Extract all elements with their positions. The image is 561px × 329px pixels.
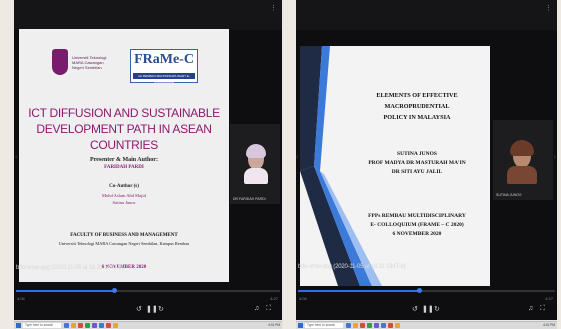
taskbar-app-icon[interactable] (92, 323, 97, 328)
taskbar-search-input[interactable]: Type here to search (23, 323, 61, 328)
right-slide-title-line: POLICY IN MALAYSIA (383, 114, 451, 121)
left-player-controls: ↺ ❚❚ ↻ ♫ ⛶ (14, 305, 282, 315)
university-name: Universiti Teknologi MARA Cawangan Neger… (58, 241, 190, 246)
taskbar-app-icons (64, 323, 118, 328)
left-participant-body (244, 168, 268, 184)
right-presentation-slide: ELEMENTS OF EFFECTIVE MACROPRUDENTIAL PO… (300, 46, 490, 286)
right-slide-authors: SUTINA JUNOS PROF MADYA DR MASTURAH MA'I… (350, 150, 484, 177)
right-participant-hijab (510, 140, 534, 156)
coauthor-item: Sutina Junos (112, 200, 136, 205)
taskbar-app-icon[interactable] (395, 323, 400, 328)
left-progress-fill (16, 290, 114, 292)
author-item: PROF MADYA DR MASTURAH MA'IN (368, 160, 466, 166)
left-play-pause-icon[interactable]: ❚❚ (146, 305, 158, 313)
taskbar-app-icon[interactable] (99, 323, 104, 328)
taskbar-app-icon[interactable] (381, 323, 386, 328)
left-volume-icon[interactable]: ♫ (254, 305, 259, 312)
right-progress-knob[interactable] (416, 288, 422, 293)
taskbar-app-icon[interactable] (360, 323, 365, 328)
frame-c-badge-subtitle: 1st REMBAU MULTIDISCIPLINARY E-COLLOQUIU… (133, 73, 195, 84)
right-recording-caption: bdo-xmw-qsg (2020-11-05 at 16.31 GMT-8) (298, 264, 406, 270)
right-progress-fill (298, 290, 419, 292)
left-slide-title: ICT DIFFUSION AND SUSTAINABLE DEVELOPMEN… (28, 106, 220, 152)
windows-start-icon[interactable] (298, 323, 303, 328)
left-participant-tile[interactable]: DR FARIDAH PARDI (230, 124, 280, 204)
coauthor-item: Mohd Aslam Abd Majid (102, 193, 146, 198)
background-strip-right (557, 0, 561, 329)
left-time-total: 4:27 (270, 296, 278, 301)
author-item: DR SITI AYU JALIL (391, 169, 443, 175)
right-more-options-icon[interactable]: ⋮ (545, 4, 553, 12)
right-participant-tile[interactable]: SUTINA JUNOS (493, 120, 553, 200)
uitm-crest-icon (52, 49, 68, 75)
left-participant-label: DR FARIDAH PARDI (233, 197, 266, 201)
windows-start-icon[interactable] (16, 323, 21, 328)
left-fullscreen-icon[interactable]: ⛶ (266, 305, 271, 313)
event-line: FPPs REMBAU MULTIDISCIPLINARY (368, 213, 466, 219)
right-participant-body (507, 166, 537, 184)
right-time-total: 4:27 (545, 296, 553, 301)
faculty-name: FACULTY OF BUSINESS AND MANAGEMENT (70, 233, 178, 238)
author-item: SUTINA JUNOS (397, 151, 437, 157)
taskbar-app-icon[interactable] (78, 323, 83, 328)
taskbar-app-icon[interactable] (367, 323, 372, 328)
taskbar-clock: 4:31 PM (268, 323, 280, 327)
presenter-heading: Presenter & Main Author: (90, 157, 158, 163)
uitm-logo: Universiti Teknologi MARA Cawangan Neger… (52, 49, 110, 83)
right-slide-title-line: ELEMENTS OF EFFECTIVE MACROPRUDENTIAL (376, 92, 458, 110)
right-time-elapsed: 4:04 (299, 296, 307, 301)
coauthor-heading: Co-Author (s) (109, 184, 139, 189)
left-progress-bar[interactable] (16, 288, 280, 293)
right-next-arrow-icon[interactable]: › (553, 152, 556, 161)
right-slide-event: FPPs REMBAU MULTIDISCIPLINARY E- COLLOQU… (350, 212, 484, 239)
uitm-logo-text: Universiti Teknologi MARA Cawangan Neger… (72, 55, 107, 70)
right-volume-icon[interactable]: ♫ (528, 305, 533, 312)
two-video-panels: ⋮ Universiti Teknologi MARA Cawangan Neg… (0, 0, 561, 329)
left-progress-knob[interactable] (111, 288, 117, 293)
taskbar-app-icon[interactable] (71, 323, 76, 328)
right-participant-label: SUTINA JUNOS (496, 193, 522, 197)
left-more-options-icon[interactable]: ⋮ (270, 4, 278, 12)
left-video-player[interactable]: ⋮ Universiti Teknologi MARA Cawangan Neg… (14, 0, 282, 320)
right-progress-bar[interactable] (298, 288, 555, 293)
taskbar-clock: 4:31 PM (543, 323, 555, 327)
left-participant-hijab (246, 144, 266, 158)
taskbar-app-icon[interactable] (106, 323, 111, 328)
right-video-player[interactable]: ⋮ ELEMENTS OF EFFECTIVE MACROPRUDENTIAL … (296, 0, 557, 320)
left-recording-caption: bdo-xmw-qsg (2020-11-05 at 16.31 GMT-8) (16, 265, 124, 271)
taskbar-app-icons (346, 323, 400, 328)
taskbar-app-icon[interactable] (388, 323, 393, 328)
taskbar-app-icon[interactable] (353, 323, 358, 328)
left-presentation-slide: Universiti Teknologi MARA Cawangan Neger… (19, 29, 229, 282)
taskbar-app-icon[interactable] (64, 323, 69, 328)
left-taskbar: Type here to search 4:31 PM (14, 321, 282, 329)
right-slide-title: ELEMENTS OF EFFECTIVE MACROPRUDENTIAL PO… (350, 90, 484, 123)
frame-c-badge-title: FRaMe-C (134, 52, 194, 67)
right-play-pause-icon[interactable]: ❚❚ (422, 305, 434, 313)
taskbar-app-icon[interactable] (374, 323, 379, 328)
right-taskbar: Type here to search 4:31 PM (296, 321, 557, 329)
taskbar-search-input[interactable]: Type here to search (305, 323, 343, 328)
left-forward-icon[interactable]: ↻ (158, 305, 164, 313)
frame-c-badge: FRaMe-C 1st REMBAU MULTIDISCIPLINARY E-C… (130, 49, 198, 84)
right-fullscreen-icon[interactable]: ⛶ (540, 305, 545, 313)
right-player-controls: ↺ ❚❚ ↻ ♫ ⛶ (296, 305, 557, 315)
event-line: 6 NOVEMBER 2020 (392, 231, 442, 237)
left-top-bar: ⋮ (14, 0, 282, 30)
right-rewind-icon[interactable]: ↺ (412, 305, 418, 313)
left-prev-arrow-icon[interactable]: ‹ (15, 152, 18, 161)
right-forward-icon[interactable]: ↻ (434, 305, 440, 313)
right-top-bar: ⋮ (296, 0, 557, 30)
taskbar-app-icon[interactable] (85, 323, 90, 328)
event-line: E- COLLOQUIUM (FRAME – C 2020) (370, 222, 464, 228)
left-rewind-icon[interactable]: ↺ (136, 305, 142, 313)
coauthor-list: Mohd Aslam Abd Majid Sutina Junos (19, 192, 229, 206)
background-strip-left (0, 0, 14, 329)
left-time-elapsed: 4:04 (17, 296, 25, 301)
taskbar-app-icon[interactable] (113, 323, 118, 328)
presenter-name: FARIDAH PARDI (104, 165, 144, 170)
taskbar-app-icon[interactable] (346, 323, 351, 328)
right-prev-arrow-icon[interactable]: ‹ (296, 152, 299, 161)
background-strip-middle (284, 0, 296, 329)
